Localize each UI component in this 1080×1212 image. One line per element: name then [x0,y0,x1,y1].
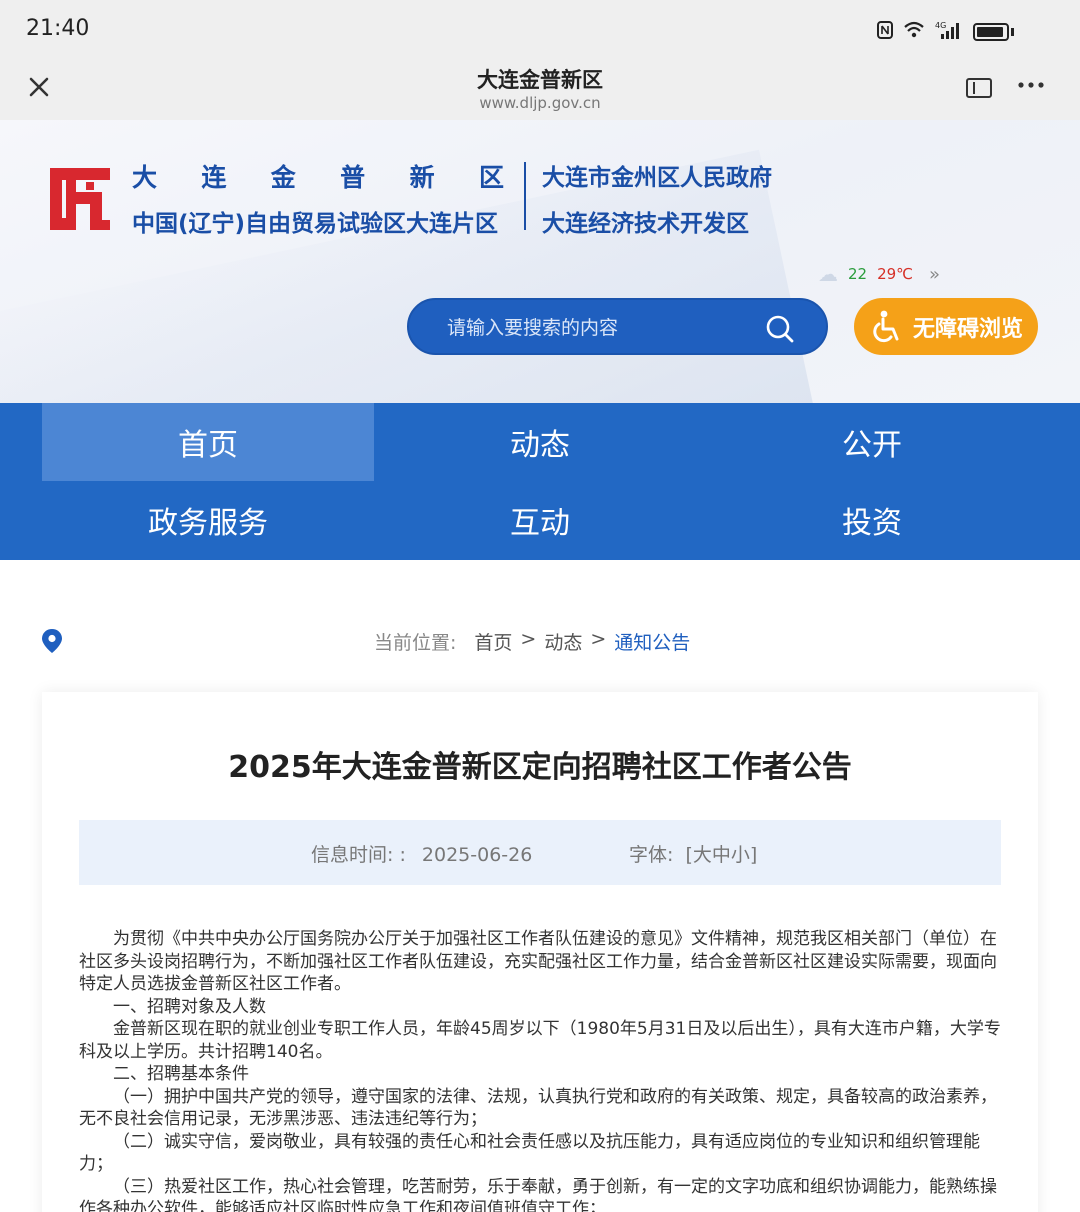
more-options-button[interactable] [1016,70,1046,107]
brand-char: 金 [270,163,296,192]
search-box [407,298,828,355]
weather-more-icon[interactable]: » [929,264,940,285]
nav-item-public[interactable]: 公开 [706,403,1038,481]
breadcrumb-separator: > [590,628,607,650]
article-meta-bar: 信息时间: : 2025-06-26 字体: [大中小] [79,820,1001,885]
article-paragraph: （二）诚实守信，爱岗敬业，具有较强的责任心和社会责任感以及抗压能力，具有适应岗位… [79,1131,980,1175]
location-pin-icon [42,629,62,653]
svg-text:4G: 4G [935,21,946,30]
font-size-label: 字体: [629,844,674,866]
brand-char: 新 [409,163,435,192]
weather-widget: ☁ 22 29℃ » [818,262,940,286]
publish-time: 信息时间: : 2025-06-26 [311,840,532,867]
brand-name: 大 连 金 普 新 区 [132,158,504,194]
accessibility-label: 无障碍浏览 [912,316,1023,342]
brand-subtitle: 中国(辽宁)自由贸易试验区大连片区 [132,211,499,237]
font-size-medium[interactable]: 中 [712,844,731,866]
nav-item-investment[interactable]: 投资 [706,481,1038,559]
search-input[interactable] [447,314,767,342]
nfc-icon [877,21,893,43]
font-bracket-close: ] [749,844,758,866]
status-bar: 21:40 4G [0,0,1080,58]
font-bracket-open: [ [685,844,693,866]
nav-item-home[interactable]: 首页 [42,403,374,481]
brand-char: 连 [201,163,227,192]
article-paragraph: 为贯彻《中共中央办公厅国务院办公厅关于加强社区工作者队伍建设的意见》文件精神，规… [79,929,997,994]
wheelchair-icon [873,310,899,342]
status-icons: 4G [877,20,1014,44]
battery-cap [1011,28,1014,36]
article-paragraph: 金普新区现在职的就业创业专职工作人员，年龄45周岁以下（1980年5月31日及以… [79,1019,1001,1062]
breadcrumb-home[interactable]: 首页 [474,628,512,655]
browser-bar: 大连金普新区 www.dljp.gov.cn [0,58,1080,120]
search-icon[interactable] [765,314,795,344]
page-url: www.dljp.gov.cn [479,94,601,112]
brand-char: 大 [132,163,158,192]
publish-time-label: 信息时间: : [311,844,406,866]
brand-char: 普 [340,163,366,192]
more-icon [1018,82,1044,88]
sidebar-toggle-button[interactable] [966,78,992,98]
article-body: 为贯彻《中共中央办公厅国务院办公厅关于加强社区工作者队伍建设的意见》文件精神，规… [79,928,1001,1212]
article-paragraph: （三）热爱社区工作，热心社会管理，吃苦耐劳，乐于奉献，勇于创新，有一定的文字功底… [79,1176,997,1212]
breadcrumb-separator: > [520,628,537,650]
breadcrumb-label: 当前位置: [374,632,457,654]
temperature-high: 29℃ [877,265,914,283]
article-title: 2025年大连金普新区定向招聘社区工作者公告 [228,750,852,785]
weather-cloud-icon: ☁ [818,262,838,286]
breadcrumb-current[interactable]: 通知公告 [614,628,690,655]
main-nav: 首页 动态 公开 政务服务 互动 投资 [0,403,1080,560]
article-paragraph: （一）拥护中国共产党的领导，遵守国家的法律、法规，认真执行党和政府的有关政策、规… [79,1086,997,1130]
font-size-large[interactable]: 大 [693,844,712,866]
signal-icon: 4G [935,20,963,44]
font-size-control: 字体: [大中小] [629,840,757,867]
government-name: 大连市金州区人民政府 [542,165,772,191]
brand-char: 区 [478,163,504,192]
breadcrumb-news[interactable]: 动态 [544,628,582,655]
nav-item-news[interactable]: 动态 [374,403,706,481]
accessibility-button[interactable]: 无障碍浏览 [854,298,1038,355]
article-heading-recruitment-targets: 一、招聘对象及人数 [113,996,266,1017]
nav-item-services[interactable]: 政务服务 [42,481,374,559]
breadcrumb-row: 当前位置: 首页 > 动态 > 通知公告 [0,620,1080,660]
article-card: 2025年大连金普新区定向招聘社区工作者公告 信息时间: : 2025-06-2… [42,692,1038,1212]
nav-item-interaction[interactable]: 互动 [374,481,706,559]
font-size-small[interactable]: 小 [731,844,750,866]
wifi-icon [903,21,925,43]
status-time: 21:40 [26,16,90,41]
breadcrumb: 当前位置: 首页 > 动态 > 通知公告 [374,628,690,655]
site-header: 大 连 金 普 新 区 中国(辽宁)自由贸易试验区大连片区 大连市金州区人民政府… [0,120,1080,403]
article-heading-basic-requirements: 二、招聘基本条件 [113,1064,249,1084]
development-zone-name: 大连经济技术开发区 [542,211,749,237]
site-logo-icon[interactable] [46,162,114,234]
battery-icon [973,23,1009,41]
page-title: 大连金普新区 [477,68,603,92]
brand-divider [524,162,526,230]
temperature-low: 22 [848,265,868,283]
publish-date: 2025-06-26 [421,844,533,866]
